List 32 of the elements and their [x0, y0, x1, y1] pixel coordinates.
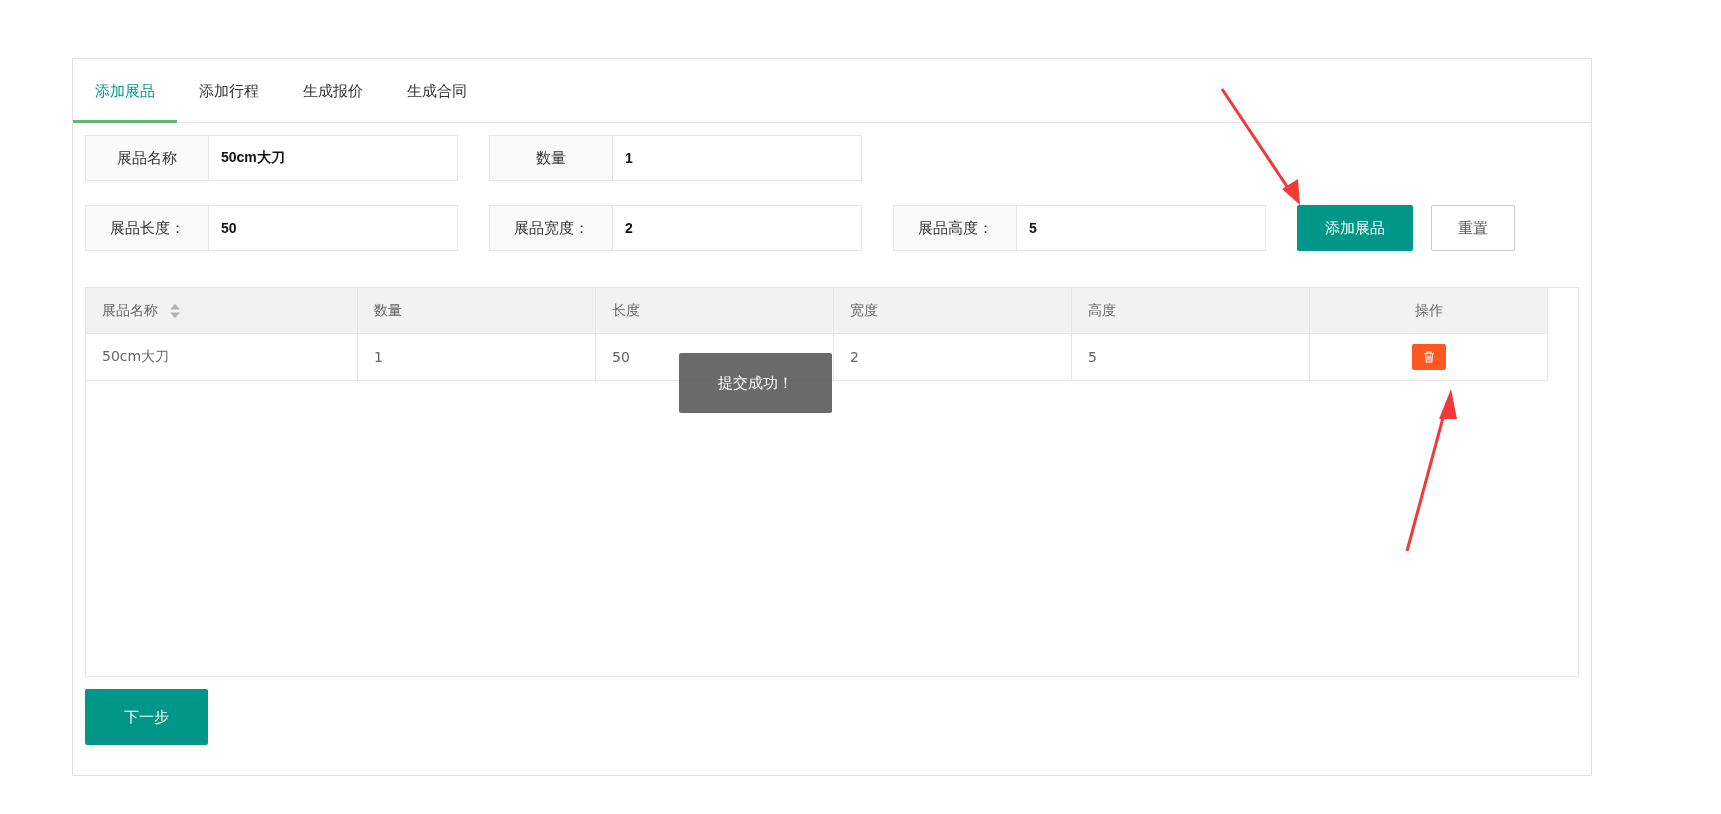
tab[interactable]: 添加行程: [177, 59, 281, 123]
column-header: 宽度: [850, 301, 878, 320]
next-button[interactable]: 下一步: [85, 689, 208, 745]
column-header: 长度: [612, 301, 640, 320]
field-label: 展品名称: [85, 135, 209, 181]
input-field[interactable]: 50: [209, 205, 458, 251]
column-header: 数量: [374, 301, 402, 320]
sort-icon[interactable]: [170, 303, 180, 318]
table-cell: 1: [374, 349, 383, 365]
table-cell: 50cm大刀: [102, 348, 170, 366]
input-field[interactable]: 2: [613, 205, 862, 251]
field-label: 展品长度：: [85, 205, 209, 251]
tab[interactable]: 生成合同: [385, 59, 489, 123]
field-label: 展品宽度：: [489, 205, 613, 251]
field-label: 展品高度：: [893, 205, 1017, 251]
toast-message: 提交成功！: [679, 353, 832, 413]
column-header: 展品名称: [102, 301, 158, 320]
input-field[interactable]: 5: [1017, 205, 1266, 251]
add-button[interactable]: 添加展品: [1297, 205, 1413, 251]
tab[interactable]: 生成报价: [281, 59, 385, 123]
input-field[interactable]: 50cm大刀: [209, 135, 458, 181]
column-header: 操作: [1414, 301, 1443, 320]
table-cell: 2: [850, 349, 859, 365]
table-cell: 5: [1088, 349, 1097, 365]
table-cell: 50: [612, 349, 630, 365]
input-field[interactable]: 1: [613, 135, 862, 181]
delete-button[interactable]: [1411, 344, 1446, 370]
tab[interactable]: 添加展品: [73, 59, 177, 123]
trash-icon: [1422, 351, 1435, 363]
column-header: 高度: [1088, 301, 1116, 320]
reset-button[interactable]: 重置: [1431, 205, 1515, 251]
field-label: 数量: [489, 135, 613, 181]
